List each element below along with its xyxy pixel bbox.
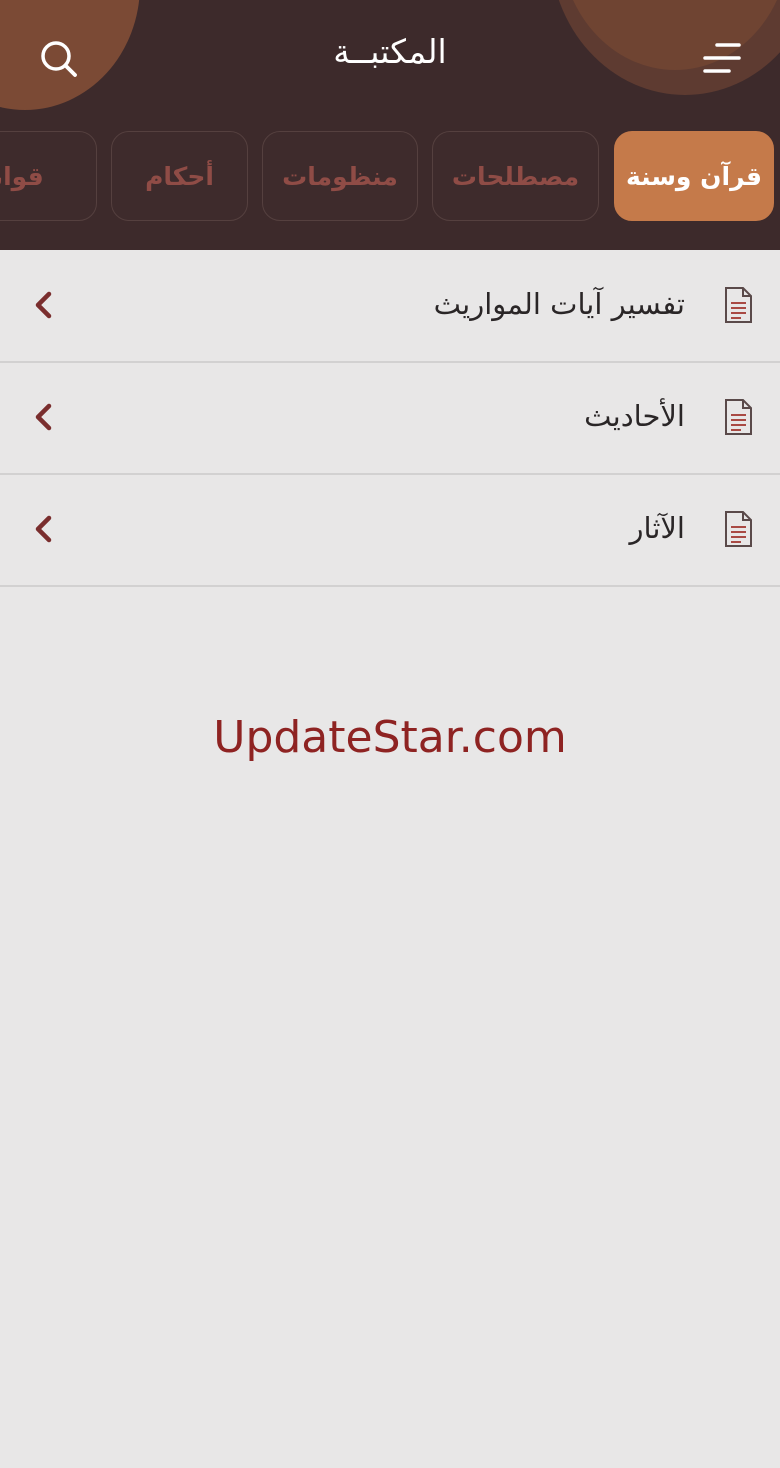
tab-quran-sunnah[interactable]: قرآن وسنة xyxy=(614,131,774,221)
chevron-left-icon xyxy=(35,403,52,431)
list-item-label: تفسير آيات المواريث xyxy=(433,287,685,321)
menu-button[interactable] xyxy=(698,36,746,84)
app-header: المكتبــة قرآن وسنة مصطلحات منظومات أحكا… xyxy=(0,0,780,250)
chevron-left-icon xyxy=(35,291,52,319)
watermark-text: UpdateStar.com xyxy=(213,712,567,763)
tab-rulings[interactable]: أحكام xyxy=(111,131,248,221)
tab-poems[interactable]: منظومات xyxy=(262,131,418,221)
document-icon xyxy=(725,399,752,435)
search-button[interactable] xyxy=(34,34,84,84)
document-icon xyxy=(725,511,752,547)
document-icon xyxy=(725,287,752,323)
chevron-left-icon xyxy=(35,515,52,543)
menu-icon xyxy=(703,43,741,73)
list-item[interactable]: الآثار xyxy=(0,474,780,587)
list-item[interactable]: تفسير آيات المواريث xyxy=(0,250,780,363)
page-title: المكتبــة xyxy=(333,32,447,71)
search-icon xyxy=(41,41,77,77)
list-item-label: الآثار xyxy=(629,511,685,545)
list-item-label: الأحاديث xyxy=(584,399,685,433)
tab-laws[interactable]: قوانين xyxy=(0,131,97,221)
tab-terms[interactable]: مصطلحات xyxy=(432,131,599,221)
list-item[interactable]: الأحاديث xyxy=(0,362,780,475)
